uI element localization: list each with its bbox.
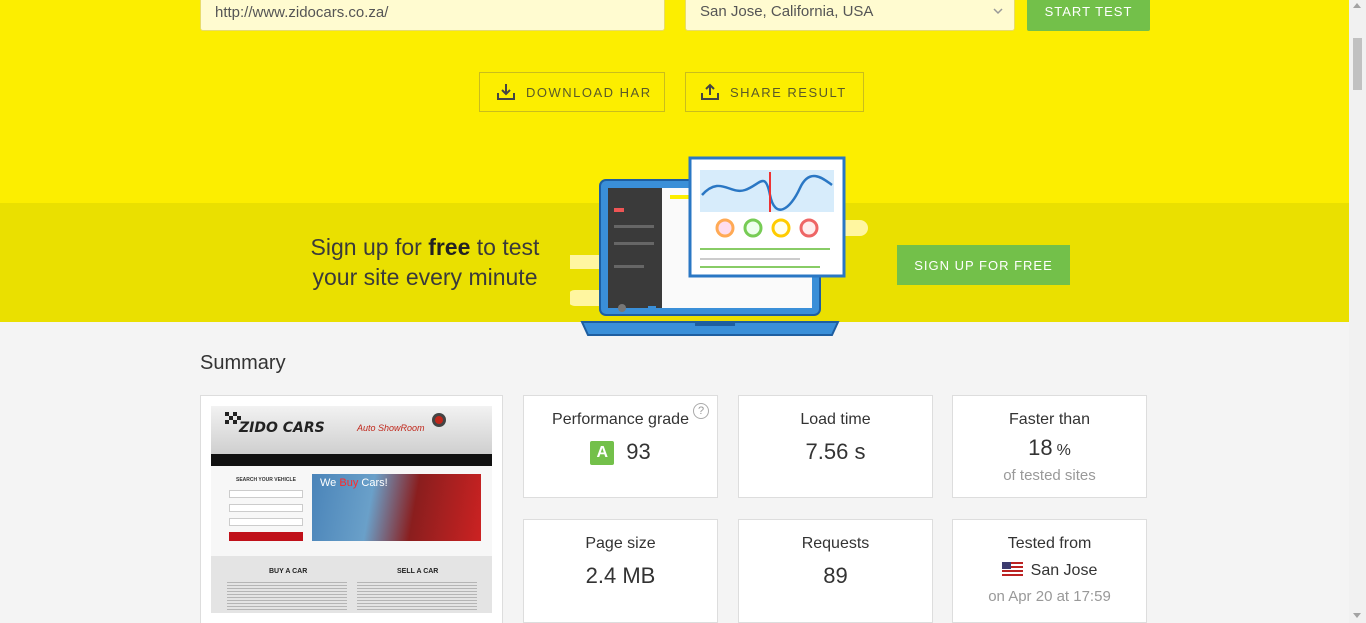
requests-label: Requests: [801, 535, 870, 552]
share-result-button[interactable]: SHARE RESULT: [685, 72, 864, 112]
load-time-value: 7.56 s: [805, 439, 866, 464]
signup-text-bold: free: [428, 234, 471, 260]
share-icon: [701, 83, 719, 100]
performance-grade-card: ? Performance grade A 93: [523, 395, 718, 498]
preview-hero-title: We Buy Cars!: [320, 477, 388, 489]
faster-than-number: 18: [1028, 435, 1053, 460]
hero-text: Cars!: [358, 477, 388, 489]
preview-field: [229, 518, 303, 526]
faster-than-sub: of tested sites: [1003, 467, 1096, 484]
preview-hero: We Buy Cars!: [312, 474, 481, 541]
grade-badge: A: [590, 441, 615, 465]
preview-field: [229, 504, 303, 512]
preview-text-block: [357, 580, 477, 612]
download-har-button[interactable]: DOWNLOAD HAR: [479, 72, 665, 112]
requests-value: 89: [823, 563, 848, 588]
requests-card: Requests 89: [738, 519, 933, 623]
start-test-button[interactable]: START TEST: [1027, 0, 1150, 31]
page-scrollbar[interactable]: [1349, 0, 1366, 623]
preview-sell-title: SELL A CAR: [397, 568, 439, 575]
location-select[interactable]: San Jose, California, USA: [685, 0, 1015, 31]
faster-than-card: Faster than 18% of tested sites: [952, 395, 1147, 498]
hero-accent: Buy: [339, 477, 359, 489]
us-flag-icon: [1001, 562, 1023, 576]
page-size-label: Page size: [585, 535, 656, 552]
scroll-down-icon[interactable]: [1353, 613, 1361, 618]
page-size-card: Page size 2.4 MB: [523, 519, 718, 623]
load-time-label: Load time: [800, 411, 871, 428]
scroll-thumb[interactable]: [1353, 38, 1362, 90]
performance-score: 93: [626, 439, 651, 464]
performance-grade-label: Performance grade: [552, 411, 689, 428]
preview-search-button: [229, 532, 303, 541]
chevron-down-icon: [993, 8, 1003, 15]
page-size-value: 2.4 MB: [585, 563, 656, 588]
preview-field: [229, 490, 303, 498]
wheel-icon: [432, 413, 446, 427]
preview-nav: [211, 454, 492, 466]
help-icon[interactable]: ?: [693, 403, 709, 419]
tested-from-time: on Apr 20 at 17:59: [988, 588, 1111, 605]
preview-search-title: SEARCH YOUR VEHICLE: [236, 477, 296, 483]
signup-text-part: to test: [470, 234, 540, 260]
sign-up-button[interactable]: SIGN UP FOR FREE: [897, 245, 1070, 285]
site-screenshot: ZIDO CARS Auto ShowRoom SEARCH YOUR VEHI…: [211, 406, 492, 613]
laptop-dashboard-illustration: [570, 156, 868, 336]
load-time-card: Load time 7.56 s: [738, 395, 933, 498]
signup-text-line2: your site every minute: [312, 264, 538, 290]
signup-text-part: Sign up for: [310, 234, 429, 260]
site-screenshot-card: ZIDO CARS Auto ShowRoom SEARCH YOUR VEHI…: [200, 395, 503, 623]
preview-logo-secondary: Auto ShowRoom: [357, 423, 425, 433]
preview-text-block: [227, 580, 347, 612]
share-result-label: SHARE RESULT: [730, 84, 847, 100]
url-input[interactable]: http://www.zidocars.co.za/: [200, 0, 665, 31]
faster-than-unit: %: [1056, 442, 1071, 459]
tested-from-city: San Jose: [1030, 562, 1098, 579]
tested-from-label: Tested from: [1007, 535, 1092, 552]
summary-title: Summary: [200, 352, 286, 374]
performance-grade-value: A 93: [524, 439, 717, 465]
hero-text: We: [320, 477, 340, 489]
tested-from-location: San Jose: [953, 562, 1146, 580]
location-value: San Jose, California, USA: [700, 3, 874, 20]
preview-logo: ZIDO CARS: [239, 420, 325, 436]
preview-buy-title: BUY A CAR: [269, 568, 308, 575]
tested-from-card: Tested from San Jose on Apr 20 at 17:59: [952, 519, 1147, 623]
faster-than-value: 18%: [953, 435, 1146, 461]
signup-text: Sign up for free to test your site every…: [300, 232, 550, 292]
scroll-up-icon[interactable]: [1353, 3, 1361, 8]
download-icon: [497, 84, 515, 100]
faster-than-label: Faster than: [1009, 411, 1090, 428]
download-har-label: DOWNLOAD HAR: [526, 84, 652, 100]
